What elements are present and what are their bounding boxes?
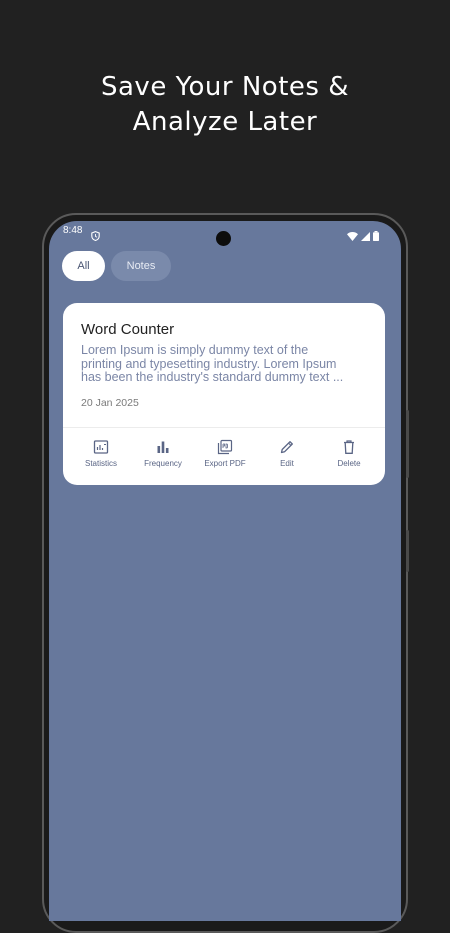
bar-chart-icon: [132, 439, 194, 455]
status-bar: 8:48: [49, 221, 401, 243]
export-pdf-button[interactable]: Export PDF: [194, 439, 256, 468]
phone-power-button: [406, 410, 409, 478]
headline-line-1: Save Your Notes &: [101, 72, 349, 102]
status-time: 8:48: [63, 225, 83, 236]
shield-icon: [91, 226, 100, 245]
note-date: 20 Jan 2025: [81, 397, 139, 409]
frequency-button[interactable]: Frequency: [132, 439, 194, 468]
trash-icon: [318, 439, 380, 455]
note-preview-line: has been the industry's standard dummy t…: [81, 371, 344, 384]
statistics-label: Statistics: [84, 459, 117, 468]
edit-button[interactable]: Edit: [256, 439, 318, 468]
status-indicators: [347, 226, 379, 245]
statistics-button[interactable]: Statistics: [70, 439, 132, 468]
filter-chip-all[interactable]: All: [62, 251, 105, 281]
pencil-icon: [256, 439, 318, 455]
frequency-label: Frequency: [144, 459, 182, 468]
app-screen: 8:48 All Notes Word Counter Lorem Ipsum …: [49, 221, 401, 921]
note-card[interactable]: Word Counter Lorem Ipsum is simply dummy…: [63, 303, 385, 485]
edit-label: Edit: [280, 459, 294, 468]
note-title: Word Counter: [81, 321, 175, 338]
export-pdf-label: Export PDF: [204, 459, 246, 468]
pdf-icon: [194, 439, 256, 455]
note-preview: Lorem Ipsum is simply dummy text of the …: [81, 344, 373, 385]
signal-icon: [361, 226, 370, 245]
phone-volume-button: [406, 530, 409, 572]
filter-chip-notes[interactable]: Notes: [111, 251, 171, 281]
delete-button[interactable]: Delete: [318, 439, 380, 468]
note-actions: Statistics Frequency Export PDF Edit Del…: [70, 439, 378, 479]
delete-label: Delete: [337, 459, 361, 468]
headline-line-2: Analyze Later: [132, 107, 318, 137]
promo-headline: Save Your Notes & Analyze Later: [0, 70, 450, 140]
statistics-icon: [70, 439, 132, 455]
battery-icon: [373, 226, 379, 245]
note-preview-line: printing and typesetting industry. Lorem…: [81, 357, 337, 371]
note-preview-line: Lorem Ipsum is simply dummy text of the: [81, 344, 309, 357]
wifi-icon: [347, 226, 358, 245]
card-divider: [63, 427, 385, 428]
